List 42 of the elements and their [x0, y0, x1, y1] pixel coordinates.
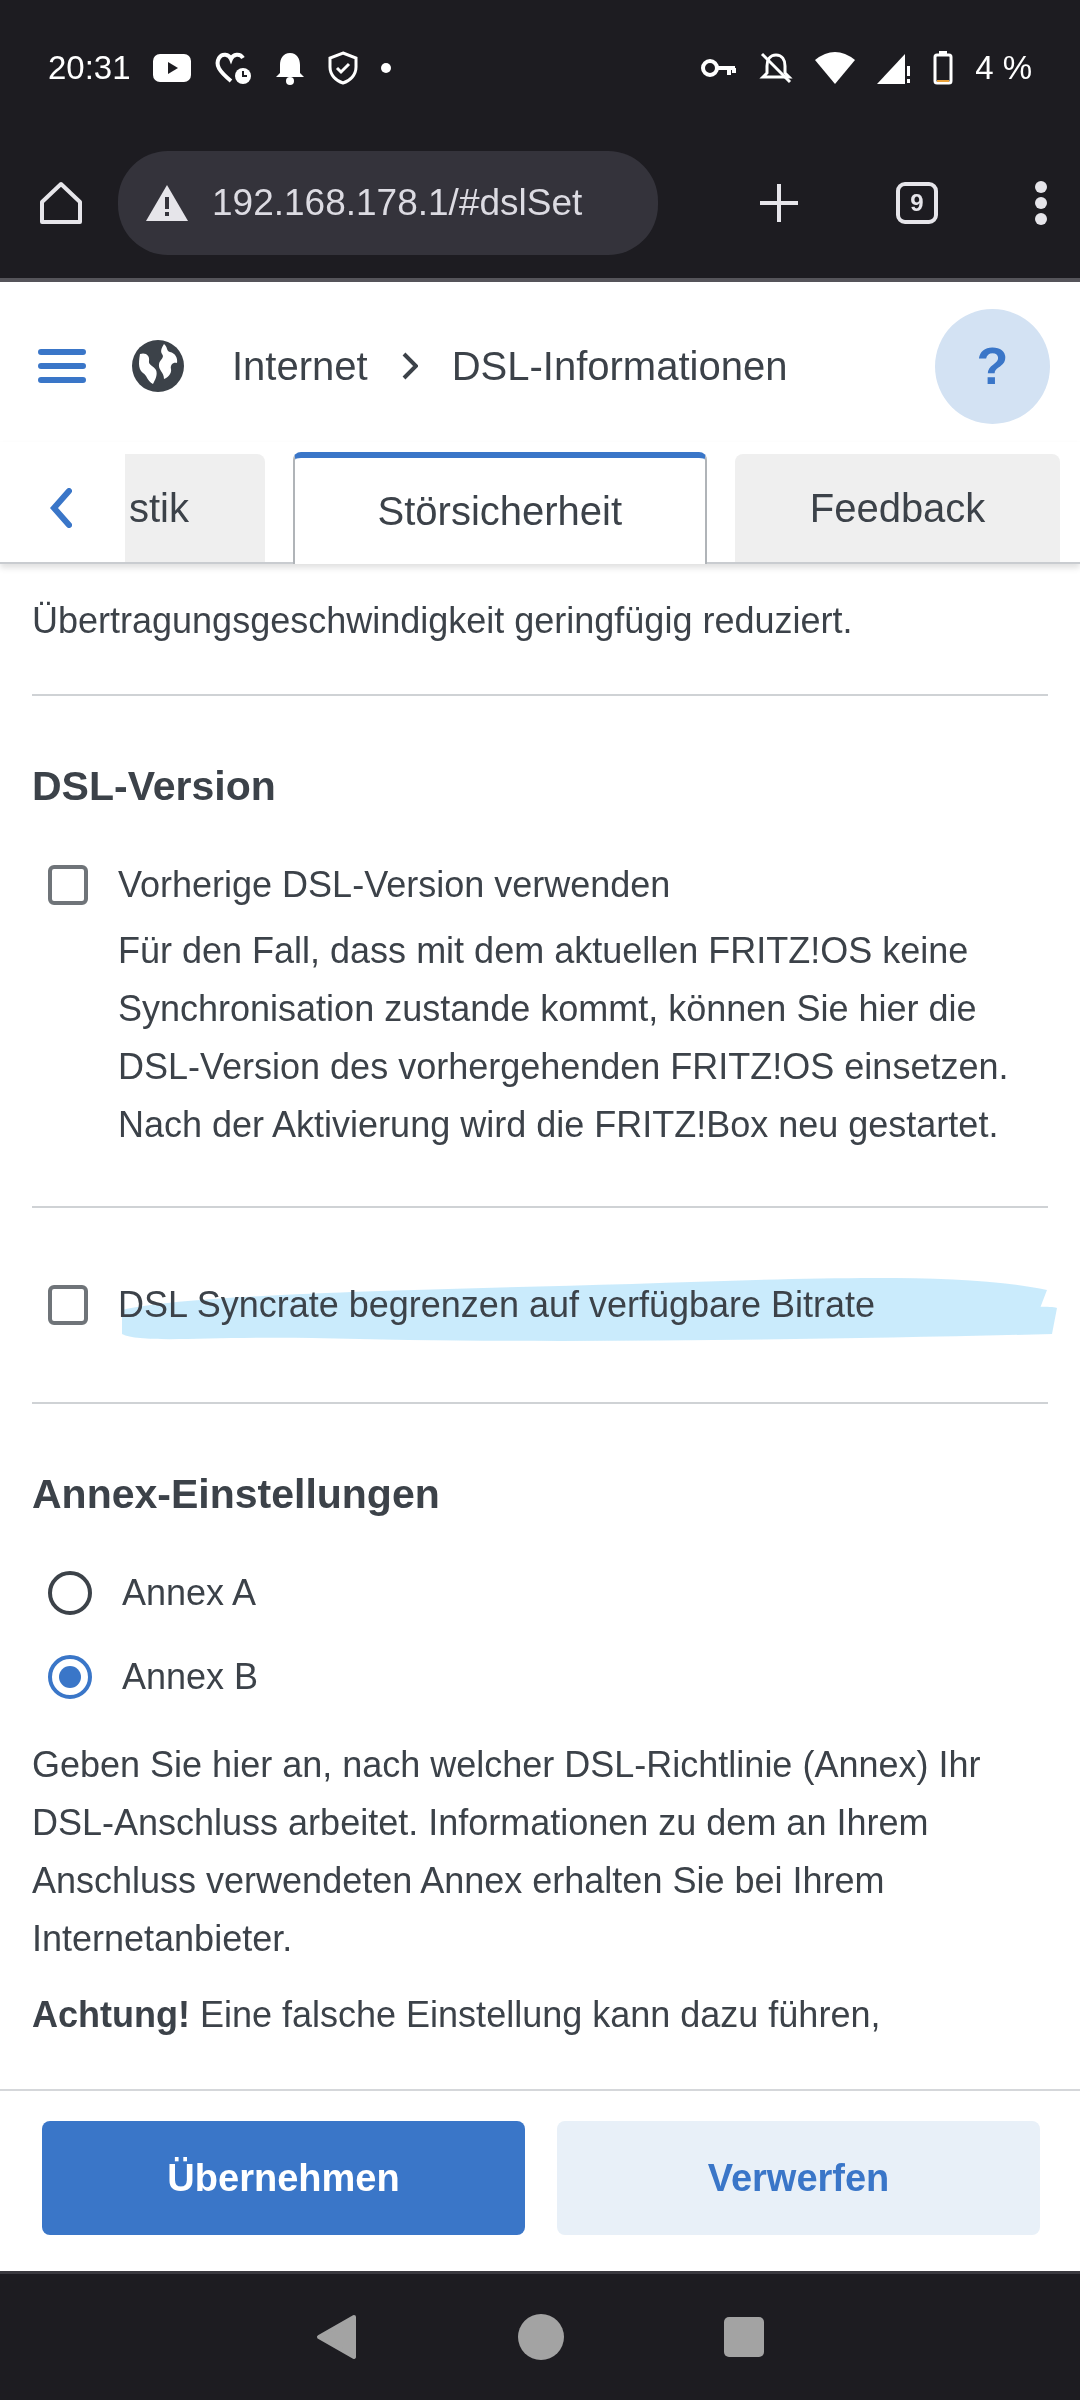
- home-icon[interactable]: [518, 2314, 564, 2360]
- radio-label[interactable]: Annex A: [122, 1564, 257, 1622]
- battery-icon: [933, 50, 954, 85]
- clock-time: 20:31: [48, 48, 131, 87]
- checkbox[interactable]: [48, 1285, 88, 1325]
- checkbox-label[interactable]: DSL Syncrate begrenzen auf verfügbare Bitrate: [118, 1276, 876, 1334]
- radio-button[interactable]: [48, 1655, 92, 1699]
- bell-off-icon: [759, 50, 794, 85]
- warning-text: Achtung! Eine falsche Einstellung kann dazu führen,: [32, 1993, 882, 2037]
- section-heading: Annex-Einstellungen: [32, 1470, 441, 1519]
- tab[interactable]: Störsicherheit: [292, 452, 708, 564]
- checkbox[interactable]: [48, 865, 88, 905]
- tab[interactable]: Feedback: [735, 454, 1060, 562]
- radio-label[interactable]: Annex B: [122, 1648, 259, 1706]
- discard-button[interactable]: Verwerfen: [557, 2121, 1040, 2235]
- breadcrumb-item: DSL-Informationen: [451, 343, 788, 389]
- play-icon: [152, 53, 191, 82]
- url-text: 192.168.178.1/#dslSet: [212, 181, 583, 224]
- globe-icon: [130, 338, 186, 394]
- section-heading: DSL-Version: [32, 762, 277, 811]
- option-description: Für den Fall, dass mit dem aktuellen FRITZ!OS keine Synchronisation zustande kommt, können Sie hier die DSL-Version des vorhergehenden FRITZ!OS einsetzen. Nach der Aktivierung wird die FRITZ!Box neu gestartet.: [117, 929, 1010, 1147]
- paragraph: Übertragungsgeschwindigkeit geringfügig reduziert.: [32, 599, 854, 643]
- key-icon: [701, 57, 738, 78]
- back-icon[interactable]: [316, 2314, 358, 2360]
- menu-icon[interactable]: [1034, 179, 1048, 226]
- chevron-right-icon: [401, 352, 418, 380]
- address-bar[interactable]: 192.168.178.1/#dslSet: [118, 150, 658, 255]
- radio-button[interactable]: [48, 1571, 92, 1615]
- plus-icon[interactable]: [758, 181, 800, 224]
- chevron-left-icon[interactable]: [50, 488, 72, 528]
- paragraph: Geben Sie hier an, nach welcher DSL-Richtlinie (Annex) Ihr DSL-Anschluss arbeitet. Informationen zu dem an Ihrem Anschluss verwendeten Annex erhalten Sie bei Ihrem Internetanbieter.: [32, 1743, 982, 1961]
- bell-icon: [274, 50, 305, 85]
- dot-icon: [380, 62, 391, 73]
- tab[interactable]: stik: [125, 454, 265, 562]
- breadcrumb-item[interactable]: Internet: [232, 343, 368, 389]
- apply-button[interactable]: Übernehmen: [42, 2121, 525, 2235]
- battery-level: 4 %: [975, 48, 1032, 87]
- home-icon[interactable]: [38, 179, 84, 226]
- checkbox-label[interactable]: Vorherige DSL-Version verwenden: [118, 856, 671, 914]
- tab-count-button[interactable]: 9: [896, 181, 938, 224]
- wifi-icon: [815, 51, 856, 84]
- shield-icon: [326, 50, 359, 85]
